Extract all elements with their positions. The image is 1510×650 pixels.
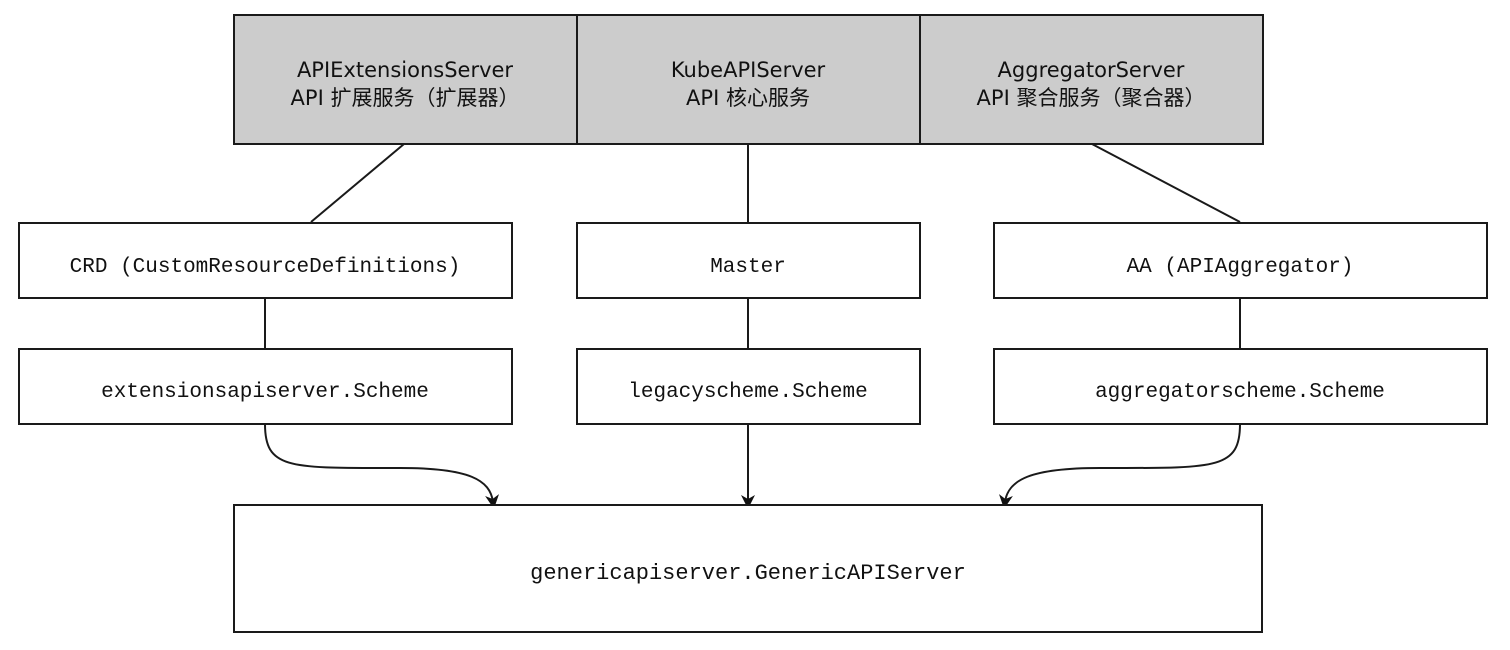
api-extensions-server-title: APIExtensionsServer xyxy=(297,58,513,82)
scheme-generic-arrows xyxy=(264,423,1241,509)
extensions-scheme-to-generic-arrow xyxy=(264,423,499,509)
kube-api-server-node: KubeAPIServer API 核心服务 xyxy=(576,14,921,145)
api-extensions-server-subtitle: API 扩展服务（扩展器） xyxy=(291,86,520,110)
api-extensions-server-node: APIExtensionsServer API 扩展服务（扩展器） xyxy=(233,14,578,145)
server-architecture-diagram: APIExtensionsServer API 扩展服务（扩展器） KubeAP… xyxy=(18,14,1488,633)
aa-label: AA (APIAggregator) xyxy=(1127,256,1354,279)
component-scheme-connectors xyxy=(264,298,1241,349)
aggregator-server-title: AggregatorServer xyxy=(998,58,1185,82)
aggregator-scheme-to-generic-arrow xyxy=(999,423,1241,509)
master-label: Master xyxy=(710,256,786,279)
extensions-scheme-label: extensionsapiserver.Scheme xyxy=(101,381,429,404)
generic-api-server-node: genericapiserver.GenericAPIServer xyxy=(233,504,1263,633)
crd-label: CRD (CustomResourceDefinitions) xyxy=(70,256,461,279)
aggregator-server-node: AggregatorServer API 聚合服务（聚合器） xyxy=(919,14,1264,145)
legacy-scheme-node: legacyscheme.Scheme xyxy=(576,348,921,425)
kube-api-server-subtitle: API 核心服务 xyxy=(686,86,810,110)
component-row: CRD (CustomResourceDefinitions) Master A… xyxy=(18,222,1488,299)
extensions-server-to-crd-connector xyxy=(310,143,405,223)
crd-node: CRD (CustomResourceDefinitions) xyxy=(18,222,513,299)
aggregator-server-subtitle: API 聚合服务（聚合器） xyxy=(977,86,1206,110)
kube-api-server-title: KubeAPIServer xyxy=(671,58,826,82)
server-component-connectors xyxy=(310,143,1241,223)
aggregator-scheme-node: aggregatorscheme.Scheme xyxy=(993,348,1488,425)
generic-api-server-label: genericapiserver.GenericAPIServer xyxy=(530,561,966,586)
master-node: Master xyxy=(576,222,921,299)
scheme-row: extensionsapiserver.Scheme legacyscheme.… xyxy=(18,348,1488,425)
legacy-scheme-label: legacyscheme.Scheme xyxy=(628,381,867,404)
aa-node: AA (APIAggregator) xyxy=(993,222,1488,299)
aggregator-scheme-label: aggregatorscheme.Scheme xyxy=(1095,381,1385,404)
aggregator-server-to-aa-connector xyxy=(1091,143,1241,223)
extensions-scheme-node: extensionsapiserver.Scheme xyxy=(18,348,513,425)
top-server-row: APIExtensionsServer API 扩展服务（扩展器） KubeAP… xyxy=(233,14,1264,145)
